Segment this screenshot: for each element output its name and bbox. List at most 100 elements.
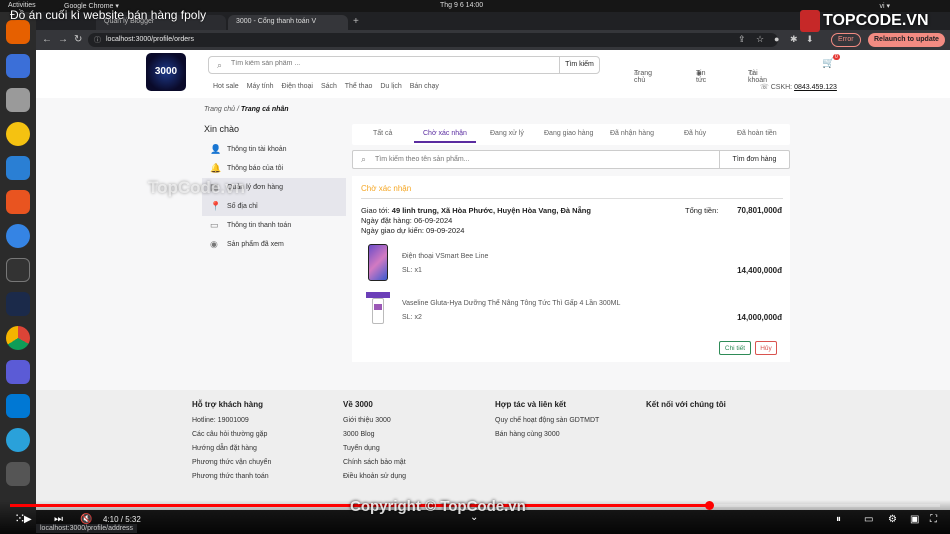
address-bar[interactable]: ⓘ localhost:3000/profile/orders xyxy=(88,33,778,47)
footer-link[interactable]: Bán hàng cùng 3000 xyxy=(495,431,599,438)
settings-icon[interactable]: ⚙ xyxy=(888,514,897,525)
thunderbird-icon[interactable] xyxy=(6,54,30,78)
writer-icon[interactable] xyxy=(6,156,30,180)
footer-link[interactable]: 3000 Blog xyxy=(343,431,406,438)
sidebar-item-viewed[interactable]: ◉ Sản phẩm đã xem xyxy=(202,235,346,254)
order-search-button[interactable]: Tìm đơn hàng xyxy=(719,151,789,168)
play-icon[interactable]: ▶ xyxy=(24,514,32,525)
tab-pending[interactable]: Chờ xác nhận xyxy=(414,130,476,143)
footer-link[interactable]: Phương thức thanh toán xyxy=(192,473,271,480)
order-detail-button[interactable]: Chi tiết xyxy=(719,341,751,355)
editor-icon[interactable] xyxy=(6,360,30,384)
hotline-number[interactable]: 0843.459.123 xyxy=(794,84,837,91)
chevron-down-icon[interactable]: ⌄ xyxy=(470,512,478,523)
product-price: 14,400,000đ xyxy=(737,266,782,275)
clock[interactable]: Thg 9 6 14:00 xyxy=(440,2,483,9)
telegram-icon[interactable] xyxy=(6,428,30,452)
subtitles-icon[interactable]: ▭ xyxy=(864,514,873,525)
user-icon: 👤 xyxy=(210,144,222,154)
footer-heading: Hợp tác và liên kết xyxy=(495,400,567,409)
bookmark-icon[interactable]: ☆ xyxy=(756,34,764,45)
category-link[interactable]: Điện thoại xyxy=(281,83,313,90)
breadcrumb-current: Trang cá nhân xyxy=(240,106,289,113)
tab-refunded[interactable]: Đã hoàn tiền xyxy=(737,130,777,137)
share-icon[interactable]: ⇪ xyxy=(738,34,746,45)
system-tray[interactable]: vi ▾ xyxy=(879,2,890,10)
site-logo[interactable]: 3000 xyxy=(146,53,186,91)
product-name[interactable]: Điện thoại VSmart Bee Line xyxy=(402,253,488,260)
order-cancel-button[interactable]: Hủy xyxy=(755,341,777,355)
site-info-icon[interactable]: ⓘ xyxy=(94,35,101,45)
product-image[interactable] xyxy=(364,290,392,328)
help-icon[interactable] xyxy=(6,224,30,248)
video-title[interactable]: Đồ án cuối kì website bán hàng fpoly xyxy=(10,8,206,22)
category-link[interactable]: Hot sale xyxy=(213,83,239,90)
category-link[interactable]: Máy tính xyxy=(247,83,274,90)
autoplay-toggle[interactable]: ⏸ xyxy=(836,514,841,525)
tab-all[interactable]: Tất cả xyxy=(373,130,392,137)
category-link[interactable]: Thể thao xyxy=(345,83,373,90)
sidebar-item-notifications[interactable]: 🔔 Thông báo của tôi xyxy=(202,159,346,178)
search-input[interactable] xyxy=(231,60,531,67)
site-footer: Hỗ trợ khách hàng Hotline: 19001009 Các … xyxy=(36,390,950,510)
tab-active-3000[interactable]: 3000 - Cổng thanh toán V xyxy=(228,15,348,30)
order-search-input[interactable]: Tìm kiếm theo tên sản phẩm... xyxy=(375,156,470,163)
back-icon[interactable]: ← xyxy=(42,34,52,45)
cart-count-badge: 0 xyxy=(833,54,840,60)
cart-icon[interactable]: 🛒 xyxy=(822,58,834,69)
progress-scrubber[interactable] xyxy=(705,501,714,510)
web-page: 3000 ⌕ Tìm kiếm ⌂ Trang chủ ✺ Tin tức ☺ … xyxy=(36,50,950,510)
order-status-tabs: Tất cả Chờ xác nhận Đang xử lý Đang giao… xyxy=(352,124,790,145)
footer-link[interactable]: Chính sách bảo mật xyxy=(343,459,406,466)
search-icon: ⌕ xyxy=(217,60,223,70)
product-name[interactable]: Vaseline Gluta-Hya Dưỡng Thể Nâng Tông T… xyxy=(402,300,620,307)
firefox-icon[interactable] xyxy=(6,20,30,44)
category-link[interactable]: Du lịch xyxy=(380,83,401,90)
tab-processing[interactable]: Đang xử lý xyxy=(490,130,524,137)
product-image[interactable] xyxy=(364,244,392,282)
chrome-icon[interactable] xyxy=(6,326,30,350)
rhythmbox-icon[interactable] xyxy=(6,122,30,146)
category-link[interactable]: Sách xyxy=(321,83,337,90)
search-button[interactable]: Tìm kiếm xyxy=(559,57,599,73)
files-icon[interactable] xyxy=(6,88,30,112)
footer-column-connect: Kết nối với chúng tôi xyxy=(646,400,726,417)
footer-link[interactable]: Phương thức vận chuyển xyxy=(192,459,271,466)
terminal-icon[interactable] xyxy=(6,258,30,282)
extensions-icon[interactable]: ✱ xyxy=(790,34,798,45)
software-icon[interactable] xyxy=(6,190,30,214)
trash-icon[interactable] xyxy=(6,462,30,486)
footer-link[interactable]: Quy chế hoạt động sàn GDTMDT xyxy=(495,417,599,424)
shipping-address: Giao tới: 49 linh trung, Xã Hòa Phước, H… xyxy=(361,206,591,215)
footer-link[interactable]: Hướng dẫn đặt hàng xyxy=(192,445,271,452)
dbeaver-icon[interactable] xyxy=(6,292,30,316)
search-icon: ⌕ xyxy=(361,154,367,164)
tab-shipping[interactable]: Đang giao hàng xyxy=(544,130,593,137)
product-qty: SL: x1 xyxy=(402,267,422,274)
forward-icon[interactable]: → xyxy=(58,34,68,45)
vscode-icon[interactable] xyxy=(6,394,30,418)
tab-received[interactable]: Đã nhận hàng xyxy=(610,130,654,137)
extension-icon[interactable]: ● xyxy=(774,34,779,44)
reload-icon[interactable]: ↻ xyxy=(74,34,82,45)
footer-link[interactable]: Các câu hỏi thường gặp xyxy=(192,431,271,438)
sidebar-item-address[interactable]: 📍 Số địa chỉ xyxy=(202,197,346,216)
miniplayer-icon[interactable]: ▣ xyxy=(910,514,919,525)
new-tab-button[interactable]: + xyxy=(350,15,366,30)
footer-link[interactable]: Hotline: 19001009 xyxy=(192,417,271,424)
category-link[interactable]: Bán chạy xyxy=(410,83,439,90)
footer-link[interactable]: Giới thiệu 3000 xyxy=(343,417,406,424)
location-icon: 📍 xyxy=(210,201,222,211)
total-label: Tổng tiền: xyxy=(685,206,719,215)
watermark-side: TopCode.vn xyxy=(148,178,245,197)
sidebar-item-payment[interactable]: ▭ Thông tin thanh toán xyxy=(202,216,346,235)
tab-cancelled[interactable]: Đã hủy xyxy=(684,130,706,137)
sidebar-item-account-info[interactable]: 👤 Thông tin tài khoản xyxy=(202,140,346,159)
footer-link[interactable]: Tuyển dụng xyxy=(343,445,406,452)
product-price: 14,000,000đ xyxy=(737,313,782,322)
breadcrumb-home[interactable]: Trang chủ xyxy=(204,106,235,113)
divider xyxy=(361,198,783,199)
url-text: localhost:3000/profile/orders xyxy=(106,36,194,43)
fullscreen-icon[interactable]: ⛶ xyxy=(930,514,937,525)
footer-link[interactable]: Điều khoản sử dụng xyxy=(343,473,406,480)
